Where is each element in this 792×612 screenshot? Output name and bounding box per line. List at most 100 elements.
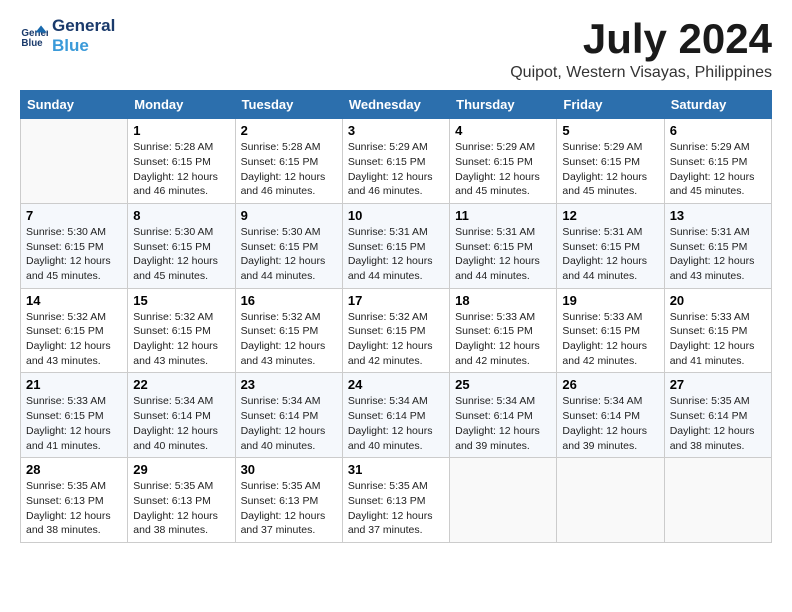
day-info: Sunrise: 5:31 AM Sunset: 6:15 PM Dayligh… — [670, 225, 766, 284]
day-info: Sunrise: 5:34 AM Sunset: 6:14 PM Dayligh… — [241, 394, 337, 453]
day-cell: 3Sunrise: 5:29 AM Sunset: 6:15 PM Daylig… — [342, 119, 449, 204]
day-number: 7 — [26, 208, 122, 223]
day-cell — [21, 119, 128, 204]
day-cell: 28 Sunrise: 5:35 AM Sunset: 6:13 PM Dayli… — [21, 458, 128, 543]
day-number: 25 — [455, 377, 551, 392]
day-cell: 29 Sunrise: 5:35 AM Sunset: 6:13 PM Dayli… — [128, 458, 235, 543]
day-cell: 9 Sunrise: 5:30 AM Sunset: 6:15 PM Daylig… — [235, 203, 342, 288]
day-number: 12 — [562, 208, 658, 223]
header-cell-wednesday: Wednesday — [342, 91, 449, 119]
day-number: 16 — [241, 293, 337, 308]
day-info: Sunrise: 5:30 AM Sunset: 6:15 PM Dayligh… — [133, 225, 229, 284]
day-number: 23 — [241, 377, 337, 392]
header-cell-monday: Monday — [128, 91, 235, 119]
week-row-5: 28 Sunrise: 5:35 AM Sunset: 6:13 PM Dayli… — [21, 458, 772, 543]
header-cell-sunday: Sunday — [21, 91, 128, 119]
calendar-body: 1 Sunrise: 5:28 AM Sunset: 6:15 PM Daylig… — [21, 119, 772, 543]
day-cell: 17 Sunrise: 5:32 AM Sunset: 6:15 PM Dayli… — [342, 288, 449, 373]
day-number: 6 — [670, 123, 766, 138]
day-info: Sunrise: 5:29 AM Sunset: 6:15 PM Dayligh… — [455, 140, 551, 199]
day-cell: 26 Sunrise: 5:34 AM Sunset: 6:14 PM Dayli… — [557, 373, 664, 458]
day-number: 4 — [455, 123, 551, 138]
svg-text:Blue: Blue — [21, 37, 43, 48]
day-info: Sunrise: 5:33 AM Sunset: 6:15 PM Dayligh… — [26, 394, 122, 453]
day-number: 27 — [670, 377, 766, 392]
day-number: 2 — [241, 123, 337, 138]
day-info: Sunrise: 5:35 AM Sunset: 6:13 PM Dayligh… — [26, 479, 122, 538]
day-number: 28 — [26, 462, 122, 477]
day-number: 29 — [133, 462, 229, 477]
page-header: General Blue General Blue July 2024 Quip… — [20, 16, 772, 82]
day-info: Sunrise: 5:32 AM Sunset: 6:15 PM Dayligh… — [133, 310, 229, 369]
day-info: Sunrise: 5:32 AM Sunset: 6:15 PM Dayligh… — [241, 310, 337, 369]
month-year-title: July 2024 — [510, 16, 772, 62]
logo-general: General — [52, 16, 115, 36]
day-number: 9 — [241, 208, 337, 223]
day-info: Sunrise: 5:32 AM Sunset: 6:15 PM Dayligh… — [26, 310, 122, 369]
week-row-3: 14 Sunrise: 5:32 AM Sunset: 6:15 PM Dayli… — [21, 288, 772, 373]
day-info: Sunrise: 5:35 AM Sunset: 6:13 PM Dayligh… — [133, 479, 229, 538]
day-cell: 30Sunrise: 5:35 AM Sunset: 6:13 PM Dayli… — [235, 458, 342, 543]
day-number: 13 — [670, 208, 766, 223]
day-info: Sunrise: 5:35 AM Sunset: 6:14 PM Dayligh… — [670, 394, 766, 453]
week-row-1: 1 Sunrise: 5:28 AM Sunset: 6:15 PM Daylig… — [21, 119, 772, 204]
day-cell: 21Sunrise: 5:33 AM Sunset: 6:15 PM Dayli… — [21, 373, 128, 458]
week-row-4: 21Sunrise: 5:33 AM Sunset: 6:15 PM Dayli… — [21, 373, 772, 458]
logo-blue: Blue — [52, 36, 115, 56]
day-info: Sunrise: 5:34 AM Sunset: 6:14 PM Dayligh… — [348, 394, 444, 453]
day-cell: 31 Sunrise: 5:35 AM Sunset: 6:13 PM Dayli… — [342, 458, 449, 543]
day-info: Sunrise: 5:35 AM Sunset: 6:13 PM Dayligh… — [348, 479, 444, 538]
week-row-2: 7 Sunrise: 5:30 AM Sunset: 6:15 PM Daylig… — [21, 203, 772, 288]
day-number: 3 — [348, 123, 444, 138]
day-info: Sunrise: 5:31 AM Sunset: 6:15 PM Dayligh… — [348, 225, 444, 284]
day-cell — [450, 458, 557, 543]
day-number: 10 — [348, 208, 444, 223]
calendar-header: SundayMondayTuesdayWednesdayThursdayFrid… — [21, 91, 772, 119]
day-info: Sunrise: 5:28 AM Sunset: 6:15 PM Dayligh… — [241, 140, 337, 199]
day-number: 8 — [133, 208, 229, 223]
day-cell: 27 Sunrise: 5:35 AM Sunset: 6:14 PM Dayli… — [664, 373, 771, 458]
day-cell: 15Sunrise: 5:32 AM Sunset: 6:15 PM Dayli… — [128, 288, 235, 373]
day-info: Sunrise: 5:28 AM Sunset: 6:15 PM Dayligh… — [133, 140, 229, 199]
day-number: 20 — [670, 293, 766, 308]
day-info: Sunrise: 5:31 AM Sunset: 6:15 PM Dayligh… — [562, 225, 658, 284]
day-info: Sunrise: 5:31 AM Sunset: 6:15 PM Dayligh… — [455, 225, 551, 284]
day-cell: 8 Sunrise: 5:30 AM Sunset: 6:15 PM Daylig… — [128, 203, 235, 288]
logo: General Blue General Blue — [20, 16, 115, 55]
day-number: 17 — [348, 293, 444, 308]
day-cell: 2 Sunrise: 5:28 AM Sunset: 6:15 PM Daylig… — [235, 119, 342, 204]
day-number: 26 — [562, 377, 658, 392]
day-info: Sunrise: 5:34 AM Sunset: 6:14 PM Dayligh… — [562, 394, 658, 453]
day-info: Sunrise: 5:32 AM Sunset: 6:15 PM Dayligh… — [348, 310, 444, 369]
day-number: 22 — [133, 377, 229, 392]
day-number: 1 — [133, 123, 229, 138]
header-cell-saturday: Saturday — [664, 91, 771, 119]
day-info: Sunrise: 5:35 AM Sunset: 6:13 PM Dayligh… — [241, 479, 337, 538]
day-info: Sunrise: 5:33 AM Sunset: 6:15 PM Dayligh… — [455, 310, 551, 369]
logo-text-block: General Blue — [52, 16, 115, 55]
day-cell: 5 Sunrise: 5:29 AM Sunset: 6:15 PM Daylig… — [557, 119, 664, 204]
calendar-table: SundayMondayTuesdayWednesdayThursdayFrid… — [20, 90, 772, 543]
day-cell: 22 Sunrise: 5:34 AM Sunset: 6:14 PM Dayli… — [128, 373, 235, 458]
day-number: 14 — [26, 293, 122, 308]
day-info: Sunrise: 5:30 AM Sunset: 6:15 PM Dayligh… — [241, 225, 337, 284]
header-cell-friday: Friday — [557, 91, 664, 119]
day-number: 31 — [348, 462, 444, 477]
day-info: Sunrise: 5:34 AM Sunset: 6:14 PM Dayligh… — [455, 394, 551, 453]
title-block: July 2024 Quipot, Western Visayas, Phili… — [510, 16, 772, 82]
day-cell: 25 Sunrise: 5:34 AM Sunset: 6:14 PM Dayli… — [450, 373, 557, 458]
day-cell: 10 Sunrise: 5:31 AM Sunset: 6:15 PM Dayli… — [342, 203, 449, 288]
day-cell: 1 Sunrise: 5:28 AM Sunset: 6:15 PM Daylig… — [128, 119, 235, 204]
day-info: Sunrise: 5:33 AM Sunset: 6:15 PM Dayligh… — [562, 310, 658, 369]
day-cell: 12 Sunrise: 5:31 AM Sunset: 6:15 PM Dayli… — [557, 203, 664, 288]
day-info: Sunrise: 5:29 AM Sunset: 6:15 PM Dayligh… — [670, 140, 766, 199]
header-cell-tuesday: Tuesday — [235, 91, 342, 119]
day-cell — [557, 458, 664, 543]
day-cell: 14 Sunrise: 5:32 AM Sunset: 6:15 PM Dayli… — [21, 288, 128, 373]
day-info: Sunrise: 5:34 AM Sunset: 6:14 PM Dayligh… — [133, 394, 229, 453]
day-cell: 7Sunrise: 5:30 AM Sunset: 6:15 PM Daylig… — [21, 203, 128, 288]
day-number: 5 — [562, 123, 658, 138]
day-info: Sunrise: 5:29 AM Sunset: 6:15 PM Dayligh… — [562, 140, 658, 199]
day-number: 19 — [562, 293, 658, 308]
day-cell: 6 Sunrise: 5:29 AM Sunset: 6:15 PM Daylig… — [664, 119, 771, 204]
